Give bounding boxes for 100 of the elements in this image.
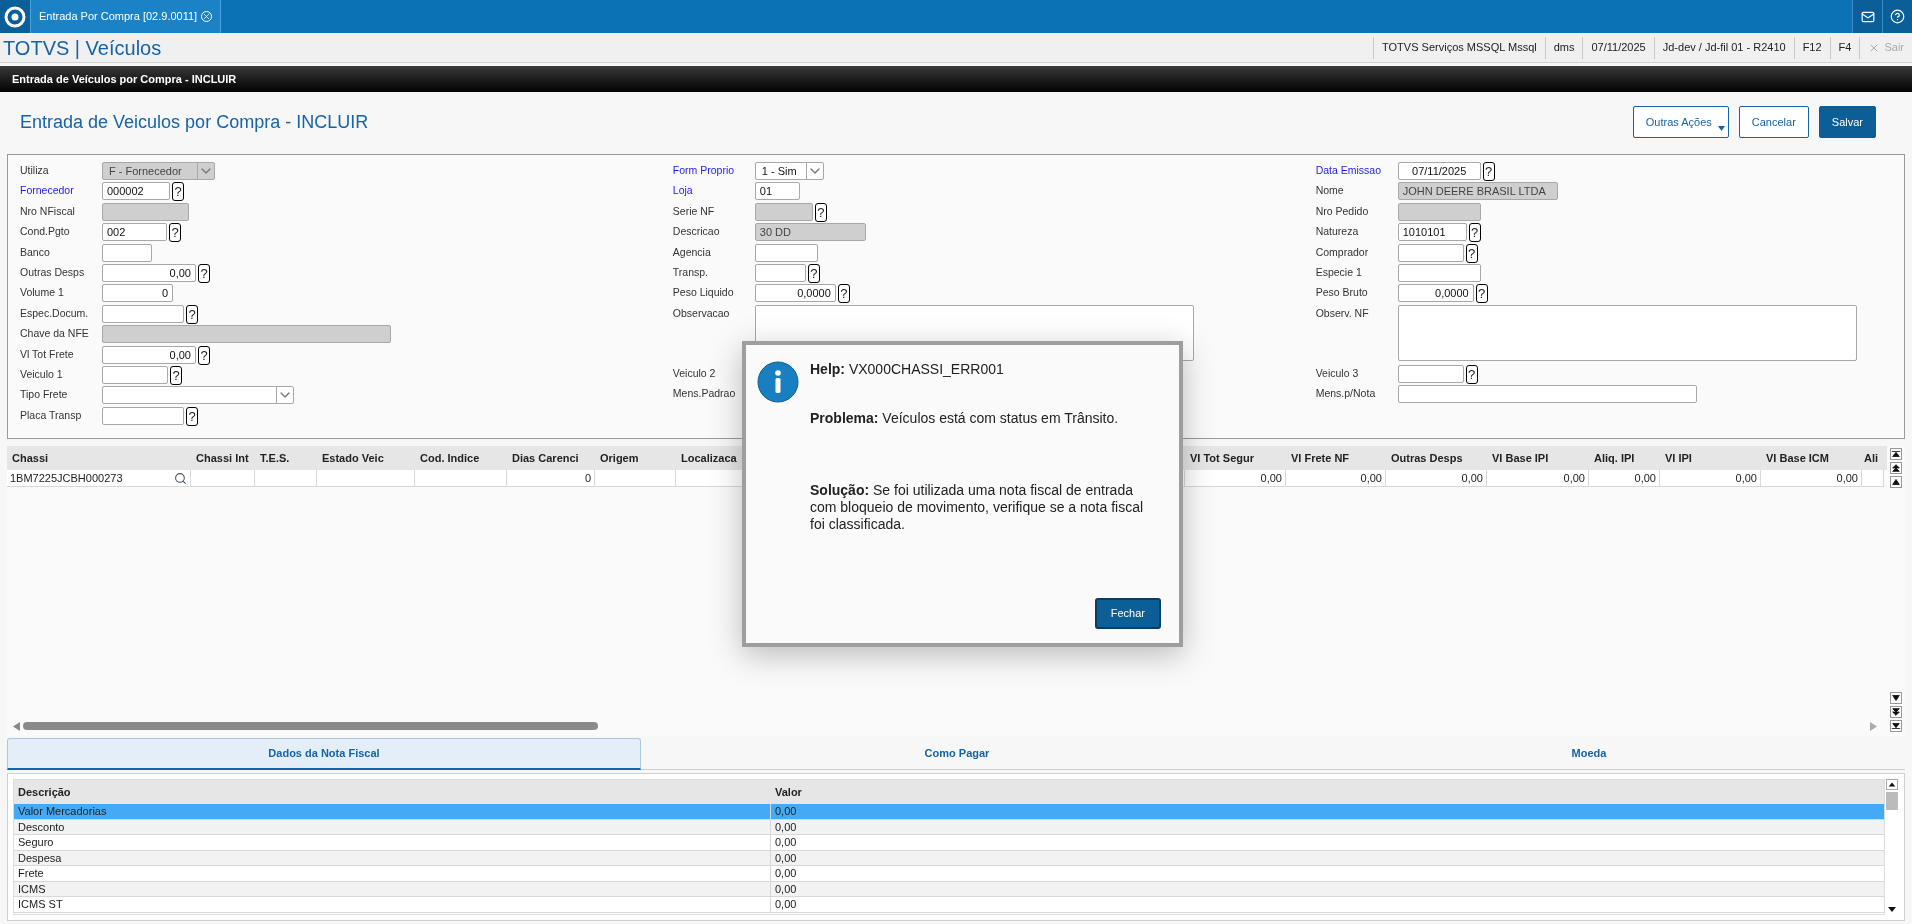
action-button[interactable]: Cancelar (1738, 106, 1809, 138)
input-field[interactable] (754, 243, 818, 262)
help-button[interactable]: ? (170, 365, 182, 385)
help-button[interactable]: ? (186, 304, 198, 324)
help-button[interactable]: ? (1465, 243, 1478, 263)
input-field[interactable]: 07/11/2025 (1397, 162, 1481, 180)
input-field[interactable]: 002 (102, 223, 167, 242)
mail-button[interactable] (1852, 0, 1882, 33)
scroll-down-icon[interactable] (1890, 692, 1902, 704)
field-label: Data Emissao (1315, 163, 1383, 178)
help-button[interactable]: ? (198, 263, 210, 283)
table-row[interactable]: ICMS ST 0,00 (14, 897, 1884, 913)
brand-title: TOTVS | Veículos (2, 35, 162, 61)
column-header[interactable]: Outras Desps (1386, 446, 1487, 470)
text-area[interactable] (1397, 304, 1857, 361)
page-title: Entrada de Veiculos por Compra - INCLUIR (20, 110, 369, 134)
scroll-thumb[interactable] (1886, 792, 1898, 810)
scroll-up-icon[interactable] (1890, 476, 1902, 488)
scroll-down-icon[interactable] (1890, 720, 1902, 732)
input-field[interactable] (102, 304, 184, 323)
input-field[interactable]: 000002 (102, 182, 170, 201)
header-item: 07/11/2025 (1582, 36, 1654, 59)
column-header[interactable]: Aliq. IPI (1589, 446, 1660, 470)
header-item: F4 (1829, 36, 1860, 59)
column-header[interactable]: Estado Veic (317, 446, 415, 470)
table-cell-text: 0,00 (774, 881, 798, 896)
field-label: Cond.Pgto (20, 224, 71, 240)
column-header[interactable]: Chassi Int (191, 446, 255, 470)
scroll-up-icon[interactable] (1890, 448, 1902, 460)
field-label: Outras Desps (20, 264, 86, 280)
column-header[interactable]: Origem (595, 446, 676, 470)
table-row[interactable]: Frete 0,00 (14, 866, 1884, 882)
input-field[interactable]: 0,00 (102, 263, 196, 282)
column-header[interactable]: Descrição (14, 783, 771, 801)
field-label: Mens.p/Nota (1315, 386, 1377, 402)
tab[interactable]: Moeda (1273, 738, 1905, 770)
input-field[interactable]: 01 (754, 182, 800, 201)
table-row[interactable]: Seguro 0,00 (14, 835, 1884, 851)
tab[interactable]: Como Pagar (641, 738, 1273, 770)
help-button[interactable]: ? (1468, 223, 1481, 243)
select-field[interactable] (102, 386, 294, 405)
column-header[interactable]: VI IPI (1660, 446, 1761, 470)
column-header[interactable]: Cod. Indice (415, 446, 507, 470)
column-header[interactable]: VI Tot Segur (1185, 446, 1286, 470)
input-field[interactable] (754, 263, 806, 282)
field-label: Veiculo 2 (672, 365, 717, 381)
info-icon (757, 361, 799, 403)
input-field[interactable] (1397, 364, 1464, 383)
column-header[interactable]: VI Base ICM (1761, 446, 1862, 470)
column-header[interactable]: Ali (1862, 446, 1884, 470)
action-button[interactable]: Salvar (1818, 106, 1876, 138)
help-button[interactable]: ? (807, 263, 820, 283)
action-button[interactable]: Outras Ações (1632, 106, 1729, 138)
field-label: Nome (1315, 183, 1345, 199)
input-field[interactable]: 0 (102, 284, 173, 303)
field-label: Chave da NFE (20, 326, 90, 342)
column-header[interactable]: VI Frete NF (1286, 446, 1386, 470)
help-button[interactable]: ? (837, 284, 850, 304)
field-label: Fornecedor (20, 183, 75, 199)
table-row[interactable]: Valor Mercadorias 0,00 (14, 804, 1884, 820)
input-field[interactable]: 0,0000 (1397, 284, 1474, 303)
column-header[interactable]: Valor (771, 783, 1884, 801)
input-field[interactable] (102, 243, 152, 262)
header-item: dms (1544, 36, 1583, 59)
input-field[interactable] (102, 365, 168, 384)
help-button[interactable]: ? (186, 406, 198, 426)
help-button[interactable]: ? (169, 223, 181, 243)
app-tab[interactable]: Entrada Por Compra [02.9.0011] (30, 0, 222, 33)
scroll-thumb[interactable] (23, 722, 598, 730)
help-button[interactable]: ? (198, 345, 210, 365)
input-field[interactable] (1397, 243, 1464, 262)
select-field[interactable]: 1 - Sim (754, 162, 824, 180)
field-label: Volume 1 (20, 285, 65, 301)
help-button[interactable]: ? (1475, 284, 1488, 304)
close-button[interactable]: Fechar (1094, 598, 1161, 629)
help-button[interactable]: ? (172, 182, 184, 202)
field-label: Serie NF (672, 203, 716, 219)
input-field[interactable] (102, 406, 184, 425)
input-field[interactable]: 0,00 (102, 345, 196, 364)
scroll-up-icon[interactable] (1886, 779, 1898, 790)
input-field[interactable] (1397, 385, 1697, 404)
header-item: Jd-dev / Jd-fil 01 - R2410 (1653, 36, 1794, 59)
column-header[interactable]: Chassi (7, 446, 191, 470)
tab[interactable]: Dados da Nota Fiscal (7, 738, 641, 770)
help-button[interactable]: ? (1465, 364, 1478, 384)
column-header[interactable]: Dias Carenci (507, 446, 595, 470)
input-field[interactable] (1397, 263, 1481, 282)
field-label: Veiculo 1 (20, 366, 64, 382)
field-label: Comprador (1315, 244, 1370, 260)
scroll-left-icon (13, 721, 20, 731)
table-cell: 1BM7225JCBH000273 (7, 470, 191, 487)
logo-icon[interactable] (4, 5, 26, 28)
help-button[interactable] (1882, 0, 1912, 33)
column-header[interactable]: T.E.S. (255, 446, 317, 470)
input-field[interactable]: 1010101 (1397, 223, 1467, 242)
help-button[interactable]: ? (1482, 162, 1495, 181)
input-field[interactable]: 0,0000 (754, 284, 836, 303)
column-header[interactable]: VI Base IPI (1487, 446, 1589, 470)
scroll-down-icon[interactable] (1890, 706, 1902, 718)
scroll-up-icon[interactable] (1890, 462, 1902, 474)
